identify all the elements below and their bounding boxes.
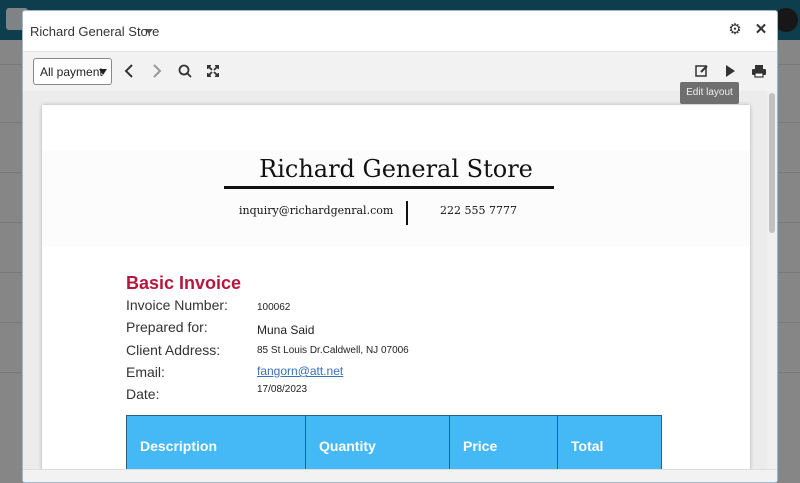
contact-divider [406, 201, 408, 225]
play-icon[interactable] [721, 62, 739, 80]
chevron-right-icon[interactable] [147, 62, 165, 80]
prepared-for-value: Muna Said [257, 323, 315, 337]
fullscreen-icon[interactable] [204, 62, 222, 80]
invoice-title: Basic Invoice [126, 273, 242, 293]
date-label: Date: [126, 386, 160, 402]
invoice-preview-dialog: Richard General Store ⚙ ✕ All payment Ri… [22, 10, 778, 483]
date-value: 17/08/2023 [257, 384, 308, 395]
payment-filter-value: All payment [40, 65, 103, 79]
chevron-down-icon [99, 69, 107, 75]
column-header-description: Description [140, 438, 218, 454]
chevron-down-icon[interactable] [145, 29, 153, 34]
dialog-title[interactable]: Richard General Store [30, 24, 159, 39]
client-email-link[interactable]: fangorn@att.net [257, 364, 343, 378]
column-divider [305, 416, 306, 471]
vertical-scrollbar[interactable] [767, 91, 777, 471]
edit-layout-tooltip: Edit layout [680, 82, 739, 104]
prepared-for-label: Prepared for: [126, 319, 208, 335]
document-viewport[interactable]: Richard General Store inquiry@richardgen… [23, 91, 777, 471]
line-items-table-header: Description Quantity Price Total [126, 415, 662, 471]
client-address-value: 85 St Louis Dr.Caldwell, NJ 07006 [257, 345, 409, 356]
close-icon[interactable]: ✕ [753, 22, 769, 38]
column-header-price: Price [463, 438, 498, 454]
scrollbar-thumb[interactable] [769, 93, 775, 233]
column-divider [449, 416, 450, 471]
edit-layout-icon[interactable] [693, 62, 711, 80]
invoice-page: Richard General Store inquiry@richardgen… [42, 105, 750, 471]
preview-toolbar: All payment [23, 51, 777, 91]
print-icon[interactable] [750, 62, 768, 80]
dialog-footer [23, 469, 777, 482]
email-label: Email: [126, 364, 165, 380]
client-address-label: Client Address: [126, 342, 221, 358]
invoice-number-label: Invoice Number: [126, 297, 228, 313]
title-underline [224, 186, 554, 189]
invoice-number-value: 100062 [257, 302, 291, 313]
store-phone: 222 555 7777 [440, 204, 517, 217]
search-icon[interactable] [176, 62, 194, 80]
column-divider [557, 416, 558, 471]
column-header-quantity: Quantity [319, 438, 376, 454]
payment-filter-select[interactable]: All payment [33, 58, 112, 85]
store-email: inquiry@richardgenral.com [239, 204, 394, 217]
dialog-header: Richard General Store ⚙ ✕ [23, 11, 777, 51]
gear-icon[interactable]: ⚙ [727, 22, 743, 38]
store-name: Richard General Store [259, 155, 533, 183]
chevron-left-icon[interactable] [121, 62, 139, 80]
column-header-total: Total [571, 438, 604, 454]
